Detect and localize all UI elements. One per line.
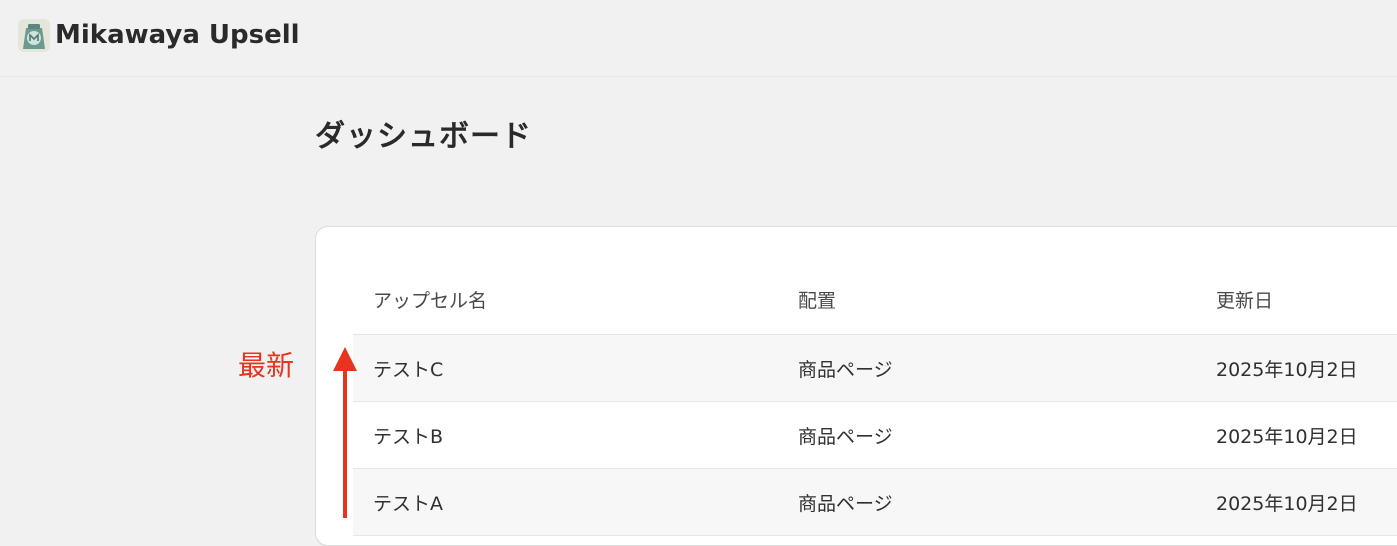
placement-cell: 商品ページ [798, 492, 893, 515]
column-header-updated[interactable]: 更新日 [1216, 264, 1273, 334]
page-title: ダッシュボード [315, 119, 532, 154]
column-header-placement[interactable]: 配置 [798, 264, 836, 334]
updated-date-cell: 2025年10月2日 [1216, 358, 1358, 381]
top-bar: Mikawaya Upsell [0, 0, 1397, 77]
upsell-name-cell[interactable]: テストB [373, 402, 443, 468]
updated-date-cell: 2025年10月2日 [1216, 425, 1358, 448]
upsell-name-cell[interactable]: テストA [373, 469, 443, 535]
app-name: Mikawaya Upsell [55, 20, 300, 50]
updated-date-cell: 2025年10月2日 [1216, 492, 1358, 515]
newest-annotation-label: 最新 [238, 349, 295, 382]
placement-cell: 商品ページ [798, 358, 893, 381]
arrow-up-icon [333, 347, 357, 518]
table-header-row: アップセル名 配置 更新日 [353, 264, 1397, 335]
mikawaya-logo-icon[interactable] [18, 19, 50, 52]
placement-cell: 商品ページ [798, 425, 893, 448]
upsell-table: アップセル名 配置 更新日 テストC 商品ページ 2025年10月2日 テストB… [353, 264, 1397, 536]
table-row[interactable]: テストB 商品ページ 2025年10月2日 [353, 402, 1397, 469]
table-row[interactable]: テストC 商品ページ 2025年10月2日 [353, 335, 1397, 402]
upsell-table-card: アップセル名 配置 更新日 テストC 商品ページ 2025年10月2日 テストB… [315, 226, 1397, 546]
column-header-upsell-name[interactable]: アップセル名 [373, 264, 487, 334]
upsell-name-cell[interactable]: テストC [373, 335, 443, 401]
table-row[interactable]: テストA 商品ページ 2025年10月2日 [353, 469, 1397, 536]
